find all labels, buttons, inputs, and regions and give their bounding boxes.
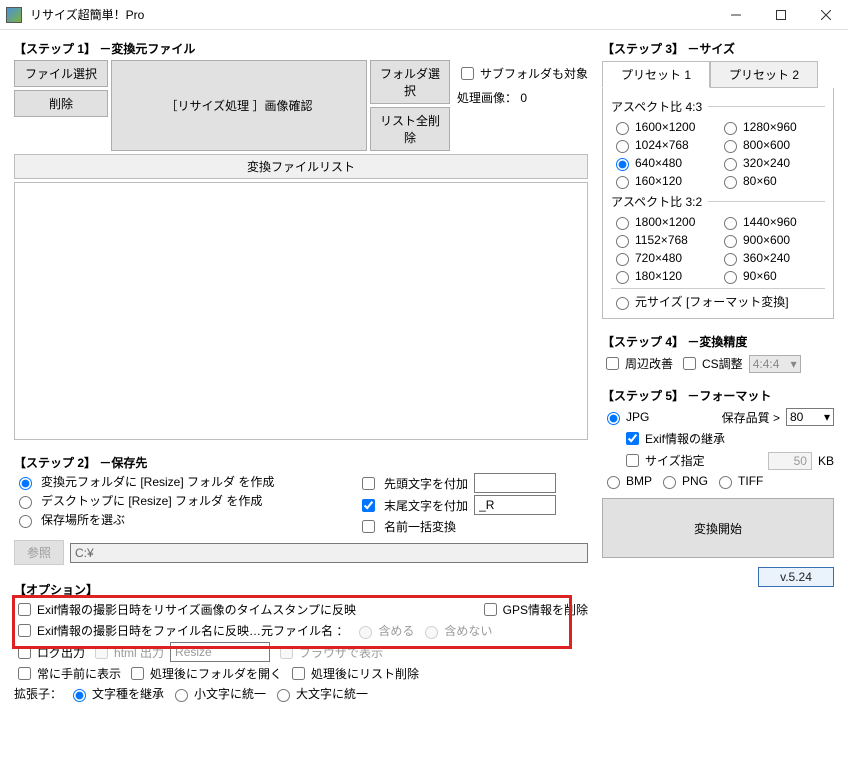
folder-select-button[interactable]: フォルダ選択	[370, 60, 450, 104]
close-icon	[821, 10, 831, 20]
always-top-checkbox[interactable]: 常に手前に表示	[14, 664, 121, 683]
aspect-43-label: アスペクト比 4:3	[611, 98, 702, 115]
html-name-input[interactable]	[170, 642, 270, 662]
chevron-down-icon: ▾	[824, 410, 830, 424]
exif-inherit-checkbox[interactable]: Exif情報の継承	[622, 429, 725, 448]
chevron-down-icon: ▾	[791, 357, 797, 371]
save-desktop-resize-radio[interactable]: デスクトップに [Resize] フォルダ を作成	[14, 492, 350, 509]
step2-heading: 【ステップ 2】 －保存先	[14, 454, 588, 471]
size-spec-input[interactable]: 50	[768, 452, 812, 470]
step1-heading: 【ステップ 1】 －変換元ファイル	[14, 40, 588, 57]
format-bmp-radio[interactable]: BMP	[602, 473, 652, 489]
delete-button[interactable]: 削除	[14, 90, 108, 117]
process-count: 処理画像： 0	[457, 89, 588, 106]
save-choose-radio[interactable]: 保存場所を選ぶ	[14, 511, 350, 528]
size-1600x1200-radio[interactable]: 1600×1200	[611, 119, 717, 135]
version-button[interactable]: v.5.24	[758, 567, 834, 587]
size-1152x768-radio[interactable]: 1152×768	[611, 232, 717, 248]
format-png-radio[interactable]: PNG	[658, 473, 708, 489]
save-src-resize-radio[interactable]: 変換元フォルダに [Resize] フォルダ を作成	[14, 473, 350, 490]
format-tiff-radio[interactable]: TIFF	[714, 473, 763, 489]
size-90x60-radio[interactable]: 90×60	[719, 268, 825, 284]
step3-heading: 【ステップ 3】 －サイズ	[602, 40, 834, 57]
options-heading: 【オプション】	[14, 581, 588, 598]
quality-dropdown[interactable]: 80▾	[786, 408, 834, 426]
save-path-input[interactable]	[70, 543, 588, 563]
cs-adjust-checkbox[interactable]: CS調整	[679, 354, 743, 373]
log-checkbox[interactable]: ログ出力	[14, 643, 85, 662]
exif-timestamp-checkbox[interactable]: Exif情報の撮影日時をリサイズ画像のタイムスタンプに反映	[14, 600, 356, 619]
step5-heading: 【ステップ 5】 －フォーマット	[602, 387, 834, 404]
gps-remove-checkbox[interactable]: GPS情報を削除	[480, 600, 588, 619]
subfolder-checkbox[interactable]: サブフォルダも対象	[457, 64, 588, 83]
edge-improve-checkbox[interactable]: 周辺改善	[602, 354, 673, 373]
maximize-button[interactable]	[758, 0, 803, 29]
delete-list-after-checkbox[interactable]: 処理後にリスト削除	[288, 664, 419, 683]
minimize-button[interactable]	[713, 0, 758, 29]
maximize-icon	[776, 10, 786, 20]
size-spec-checkbox[interactable]: サイズ指定	[622, 451, 705, 470]
size-1440x960-radio[interactable]: 1440×960	[719, 214, 825, 230]
open-after-checkbox[interactable]: 処理後にフォルダを開く	[127, 664, 282, 683]
size-640x480-radio[interactable]: 640×480	[611, 155, 717, 171]
list-delete-all-button[interactable]: リスト全削除	[370, 107, 450, 151]
titlebar: リサイズ超簡単！Pro	[0, 0, 848, 30]
window-title: リサイズ超簡単！Pro	[28, 6, 713, 23]
size-900x600-radio[interactable]: 900×600	[719, 232, 825, 248]
size-unit-label: KB	[818, 454, 834, 468]
size-1024x768-radio[interactable]: 1024×768	[611, 137, 717, 153]
cs-value-dropdown[interactable]: 4:4:4▾	[749, 355, 801, 373]
filelist-header: 変換ファイルリスト	[14, 154, 588, 179]
include-radio: 含める	[354, 622, 414, 639]
size-1280x960-radio[interactable]: 1280×960	[719, 119, 825, 135]
exclude-radio: 含めない	[420, 622, 492, 639]
size-1800x1200-radio[interactable]: 1800×1200	[611, 214, 717, 230]
size-80x60-radio[interactable]: 80×60	[719, 173, 825, 189]
suffix-checkbox[interactable]: 末尾文字を付加	[358, 495, 588, 515]
tab-preset-2[interactable]: プリセット 2	[710, 61, 818, 88]
ext-lower-radio[interactable]: 小文字に統一	[170, 685, 266, 702]
preset-panel: アスペクト比 4:3 1600×1200 1280×960 1024×768 8…	[602, 88, 834, 319]
size-180x120-radio[interactable]: 180×120	[611, 268, 717, 284]
ext-upper-radio[interactable]: 大文字に統一	[272, 685, 368, 702]
quality-label: 保存品質 >	[722, 409, 780, 426]
filelist[interactable]	[14, 182, 588, 440]
rename-all-checkbox[interactable]: 名前一括変換	[358, 517, 588, 536]
minimize-icon	[731, 10, 741, 20]
format-jpg-radio[interactable]: JPG	[602, 409, 649, 425]
size-320x240-radio[interactable]: 320×240	[719, 155, 825, 171]
file-select-button[interactable]: ファイル選択	[14, 60, 108, 87]
step4-heading: 【ステップ 4】 －変換精度	[602, 333, 834, 350]
start-convert-button[interactable]: 変換開始	[602, 498, 834, 558]
prefix-checkbox[interactable]: 先頭文字を付加	[358, 473, 588, 493]
browse-button[interactable]: 参照	[14, 540, 64, 565]
size-original-radio[interactable]: 元サイズ [フォーマット変換]	[611, 293, 825, 310]
subfolder-label: サブフォルダも対象	[480, 65, 588, 82]
aspect-32-label: アスペクト比 3:2	[611, 193, 702, 210]
ext-inherit-radio[interactable]: 文字種を継承	[68, 685, 164, 702]
size-160x120-radio[interactable]: 160×120	[611, 173, 717, 189]
prefix-input[interactable]	[474, 473, 556, 493]
suffix-input[interactable]	[474, 495, 556, 515]
browser-checkbox: ブラウザで表示	[276, 643, 383, 662]
tab-preset-1[interactable]: プリセット 1	[602, 61, 710, 88]
exif-filename-checkbox[interactable]: Exif情報の撮影日時をファイル名に反映…元ファイル名 ：	[14, 621, 348, 640]
html-checkbox: html 出力	[91, 643, 164, 662]
size-720x480-radio[interactable]: 720×480	[611, 250, 717, 266]
resize-confirm-button[interactable]: ［リサイズ処理 ］画像確認	[111, 60, 367, 151]
size-800x600-radio[interactable]: 800×600	[719, 137, 825, 153]
size-360x240-radio[interactable]: 360×240	[719, 250, 825, 266]
ext-label: 拡張子：	[14, 685, 62, 702]
close-button[interactable]	[803, 0, 848, 29]
app-icon	[6, 7, 22, 23]
